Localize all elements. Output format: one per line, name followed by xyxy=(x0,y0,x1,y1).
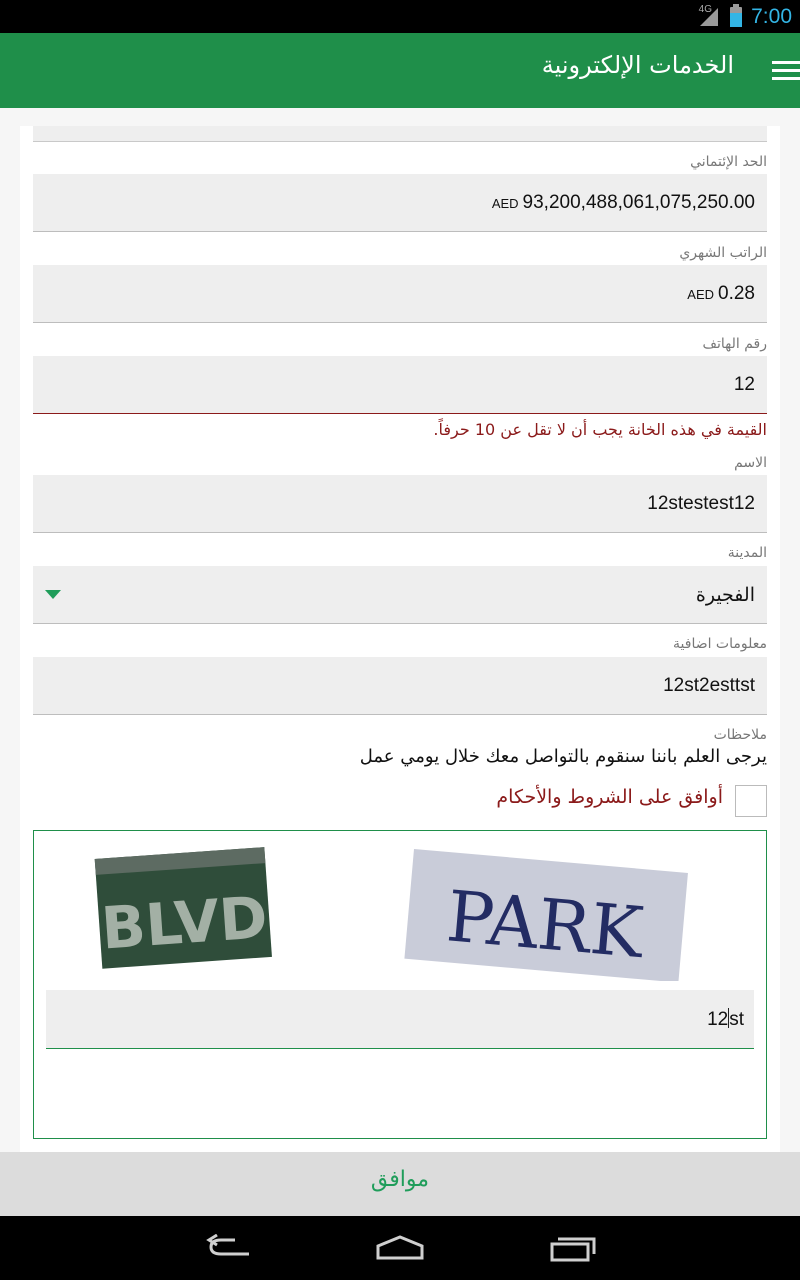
recent-apps-icon[interactable] xyxy=(548,1234,596,1264)
name-value: 12stestest12 xyxy=(647,493,755,514)
back-icon[interactable] xyxy=(205,1234,253,1262)
credit-limit-field[interactable]: AED 93,200,488,061,075,250.00 xyxy=(33,174,767,232)
monthly-salary-field[interactable]: AED 0.28 xyxy=(33,265,767,323)
additional-info-field[interactable]: 12st2esttst xyxy=(33,657,767,715)
city-dropdown[interactable]: الفجيرة xyxy=(33,566,767,624)
battery-icon xyxy=(730,4,742,27)
status-bar: 4G 7:00 xyxy=(0,0,800,33)
notes-text: يرجى العلم باننا سنقوم بالتواصل معك خلال… xyxy=(359,746,767,767)
captcha-value-end: st xyxy=(729,1009,744,1030)
page-title: الخدمات الإلكترونية xyxy=(541,51,734,79)
hamburger-menu-icon[interactable] xyxy=(772,61,800,81)
submit-label: موافق xyxy=(370,1167,430,1192)
system-nav-bar xyxy=(0,1216,800,1280)
credit-limit-value: 93,200,488,061,075,250.00 xyxy=(522,192,755,213)
currency-code: AED xyxy=(491,196,519,211)
captcha-image: BLVD PARK xyxy=(94,847,688,981)
home-icon[interactable] xyxy=(374,1234,426,1262)
form-card: الحد الإئتماني AED 93,200,488,061,075,250… xyxy=(20,126,780,1152)
phone-value: 12 xyxy=(733,374,755,395)
submit-button[interactable]: موافق xyxy=(0,1152,800,1216)
terms-label[interactable]: أوافق على الشروط والأحكام xyxy=(496,786,723,808)
captcha-word-2: PARK xyxy=(444,875,648,974)
captcha-word-1: BLVD xyxy=(99,883,270,962)
captcha-input[interactable]: 12st xyxy=(46,990,754,1049)
city-value: الفجيرة xyxy=(695,585,755,606)
name-field[interactable]: 12stestest12 xyxy=(33,475,767,533)
captcha-value-start: 12 xyxy=(707,1009,729,1030)
name-label: الاسم xyxy=(734,455,767,471)
captcha-box: BLVD PARK 12st xyxy=(33,830,767,1139)
terms-checkbox[interactable] xyxy=(735,785,767,817)
additional-info-value: 12st2esttst xyxy=(663,675,755,696)
app-bar: الخدمات الإلكترونية xyxy=(0,33,800,108)
credit-limit-label: الحد الإئتماني xyxy=(690,154,767,170)
city-label: المدينة xyxy=(727,545,767,561)
previous-field-stub xyxy=(33,126,767,142)
notes-label: ملاحظات xyxy=(713,727,767,743)
monthly-salary-value: 0.28 xyxy=(718,283,755,304)
phone-label: رقم الهاتف xyxy=(702,336,767,352)
phone-error-message: القيمة في هذه الخانة يجب أن لا تقل عن 10… xyxy=(433,420,767,439)
currency-code: AED xyxy=(687,287,715,302)
dropdown-arrow-icon xyxy=(45,590,61,599)
signal-icon xyxy=(700,8,718,26)
monthly-salary-label: الراتب الشهري xyxy=(679,245,767,261)
clock: 7:00 xyxy=(751,5,792,28)
additional-info-label: معلومات اضافية xyxy=(673,636,767,652)
phone-field[interactable]: 12 xyxy=(33,356,767,414)
